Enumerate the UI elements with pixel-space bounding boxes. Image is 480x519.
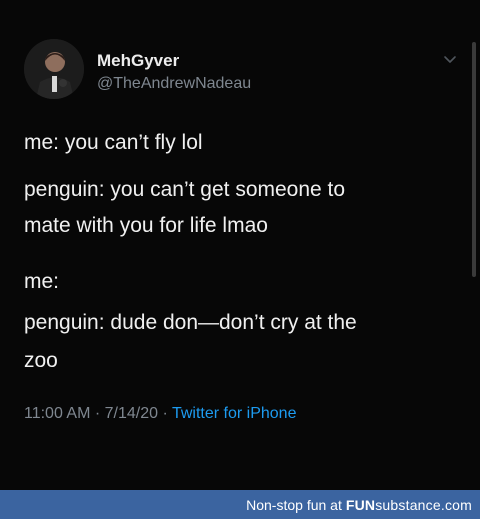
tweet-time[interactable]: 11:00 AM: [24, 405, 90, 422]
tweet-text-line: mate with you for life lmao: [24, 214, 268, 237]
tweet-text-line: penguin: dude don—don’t cry at the: [24, 311, 357, 334]
brand-tld: .com: [440, 496, 472, 513]
avatar[interactable]: [24, 39, 84, 99]
tweet-text-line: me: you can’t fly lol: [24, 131, 203, 154]
brand-rest: substance: [375, 496, 441, 513]
chevron-down-icon[interactable]: [442, 51, 458, 67]
tweet-date[interactable]: 7/14/20: [105, 405, 158, 422]
meta-separator: ·: [158, 405, 172, 422]
meta-separator: ·: [90, 405, 105, 422]
brand-bold: FUN: [345, 496, 376, 513]
tweet-meta: 11:00 AM · 7/14/20 · Twitter for iPhone: [24, 405, 296, 423]
watermark-footer: Non-stop fun at FUNsubstance.com: [0, 490, 480, 519]
tweet-card: MehGyver @TheAndrewNadeau me: you can’t …: [0, 0, 480, 490]
display-name[interactable]: MehGyver: [97, 51, 179, 71]
profile-photo-icon: [24, 39, 84, 99]
user-handle[interactable]: @TheAndrewNadeau: [97, 75, 251, 93]
site-logo[interactable]: FUNsubstance.com: [346, 497, 472, 513]
footer-text: Non-stop fun at: [246, 496, 342, 513]
tweet-text-line: penguin: you can’t get someone to: [24, 178, 346, 201]
tweet-text-line: zoo: [24, 349, 58, 372]
tweet-text-line: me:: [24, 270, 60, 293]
tweet-client-link[interactable]: Twitter for iPhone: [172, 405, 297, 422]
scrollbar[interactable]: [472, 42, 476, 277]
